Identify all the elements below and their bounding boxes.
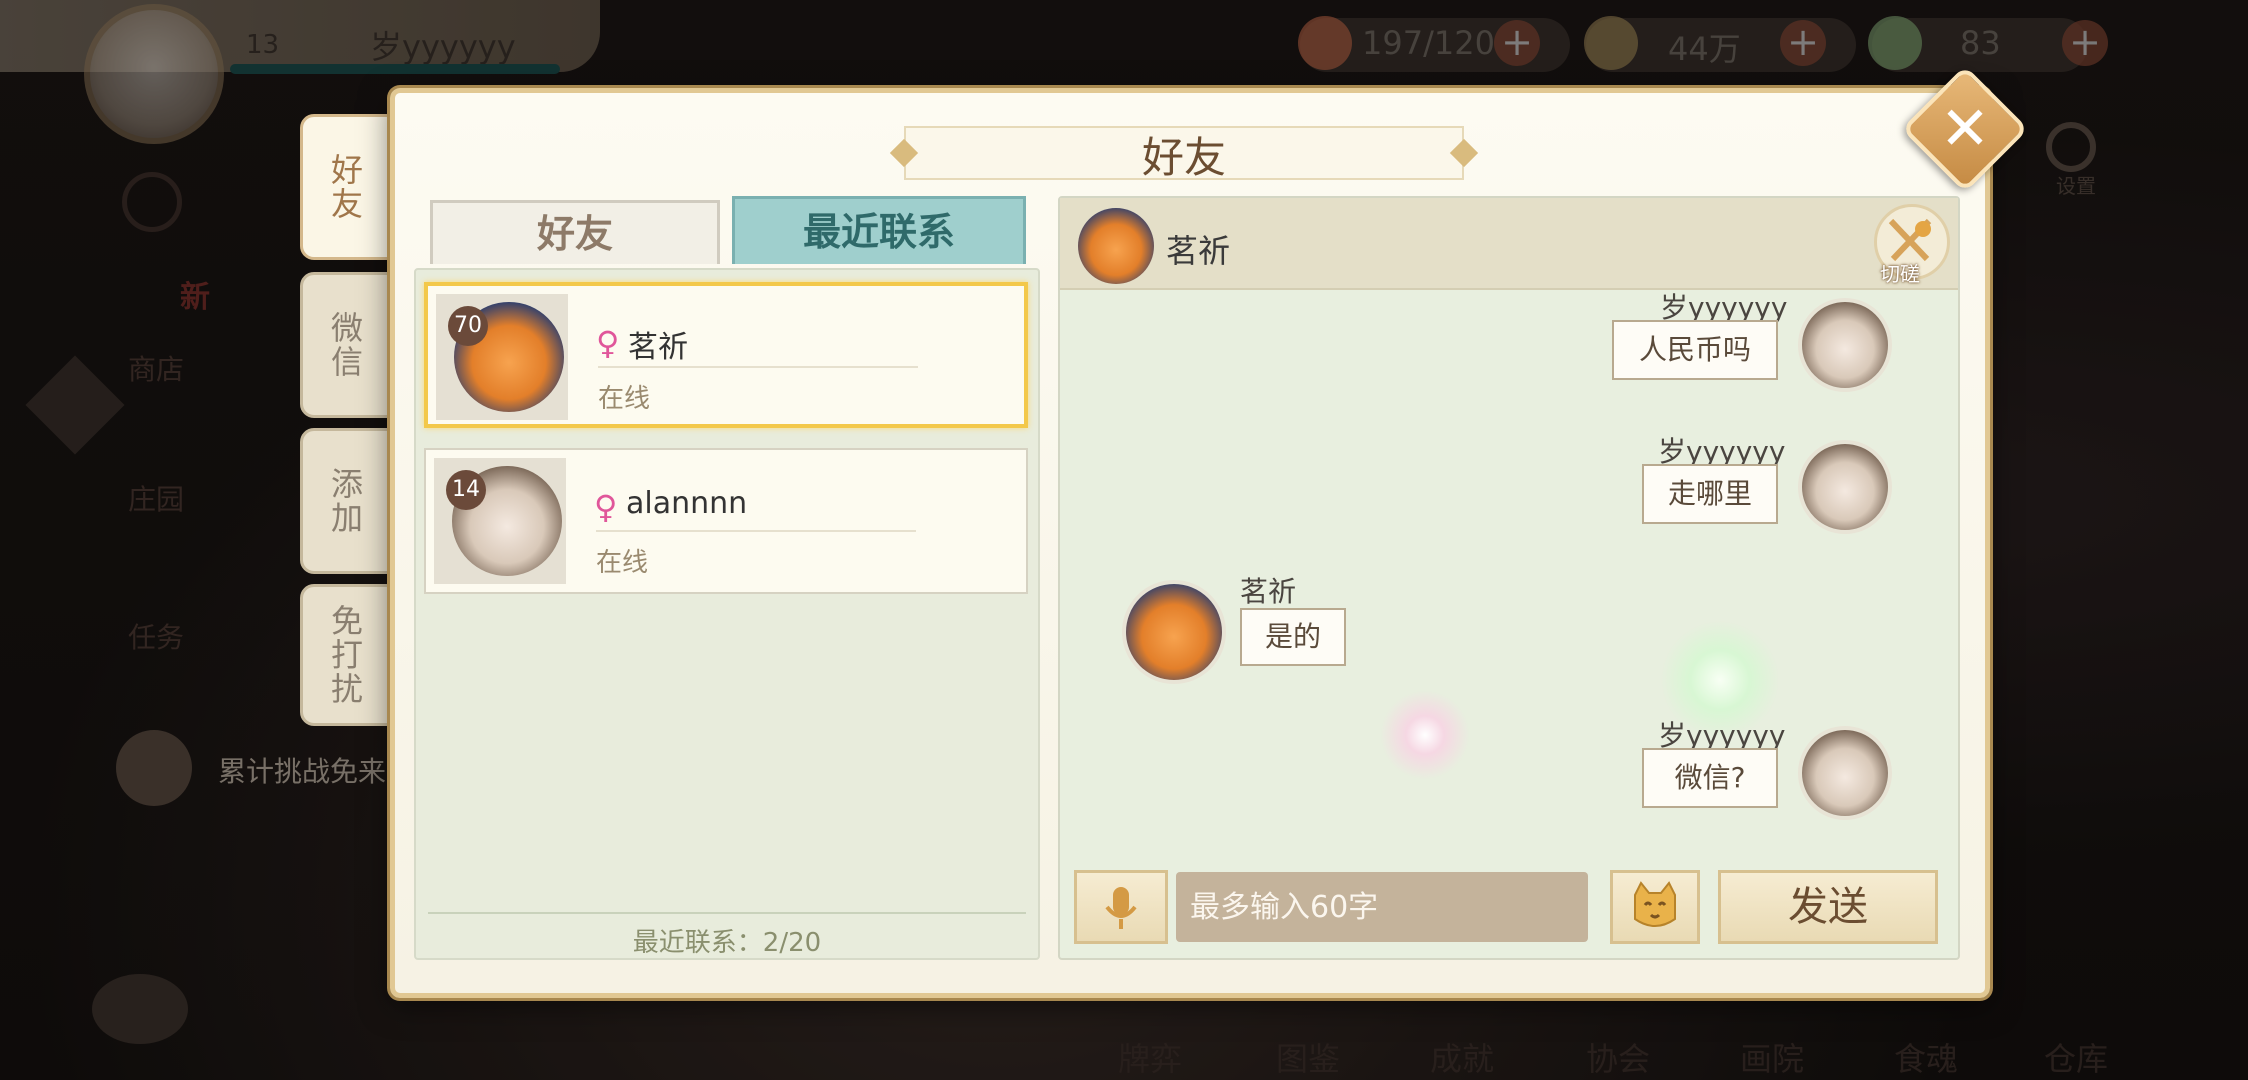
send-button[interactable]: 发送 bbox=[1718, 870, 1938, 944]
message-avatar[interactable] bbox=[1798, 726, 1892, 820]
divider bbox=[596, 530, 916, 532]
message-sender: 茗祈 bbox=[1240, 575, 1297, 608]
tab-wechat-vertical[interactable]: 微信 bbox=[300, 272, 390, 418]
chat-partner-name: 茗祈 bbox=[1166, 232, 1231, 270]
message-avatar[interactable] bbox=[1798, 298, 1892, 392]
message-avatar[interactable] bbox=[1122, 580, 1226, 684]
contact-name: alannnn bbox=[626, 486, 748, 521]
tab-do-not-disturb-vertical[interactable]: 免打扰 bbox=[300, 584, 390, 726]
female-icon: ♀ bbox=[596, 324, 620, 362]
voice-button[interactable] bbox=[1074, 870, 1168, 944]
female-icon: ♀ bbox=[594, 488, 618, 526]
divider bbox=[428, 912, 1026, 914]
message-input[interactable] bbox=[1176, 872, 1588, 942]
message-bubble: 人民币吗 bbox=[1612, 320, 1778, 380]
sparkle-effect bbox=[1380, 690, 1470, 780]
contact-level-badge: 14 bbox=[446, 470, 486, 510]
message-bubble: 走哪里 bbox=[1642, 464, 1778, 524]
chat-partner-avatar[interactable] bbox=[1078, 208, 1154, 284]
dialog-title: 好友 bbox=[1141, 133, 1226, 182]
recent-contacts-count: 最近联系：2/20 bbox=[632, 928, 822, 958]
tab-add-vertical[interactable]: 添加 bbox=[300, 428, 390, 574]
contact-status: 在线 bbox=[596, 548, 649, 578]
contact-card[interactable]: 70 ♀ 茗祈 在线 bbox=[424, 282, 1028, 428]
emoji-button[interactable] bbox=[1610, 870, 1700, 944]
cat-face-icon bbox=[1634, 881, 1676, 927]
contact-status: 在线 bbox=[598, 384, 651, 414]
message-bubble: 微信? bbox=[1642, 748, 1778, 808]
contact-avatar-frame: 70 bbox=[436, 294, 568, 420]
contact-name: 茗祈 bbox=[628, 330, 688, 365]
message-bubble: 是的 bbox=[1240, 608, 1346, 666]
message-avatar[interactable] bbox=[1798, 440, 1892, 534]
contact-level-badge: 70 bbox=[448, 306, 488, 346]
duel-label: 切磋 bbox=[1880, 262, 1920, 286]
close-icon[interactable]: ✕ bbox=[1920, 84, 2010, 174]
contact-avatar-frame: 14 bbox=[434, 458, 566, 584]
contact-card[interactable]: 14 ♀ alannnn 在线 bbox=[424, 448, 1028, 594]
divider bbox=[598, 366, 918, 368]
tab-recent-contacts[interactable]: 最近联系 bbox=[732, 196, 1026, 264]
microphone-icon bbox=[1105, 887, 1137, 929]
tab-friends-vertical[interactable]: 好友 bbox=[300, 114, 390, 260]
tab-friends[interactable]: 好友 bbox=[430, 200, 720, 264]
